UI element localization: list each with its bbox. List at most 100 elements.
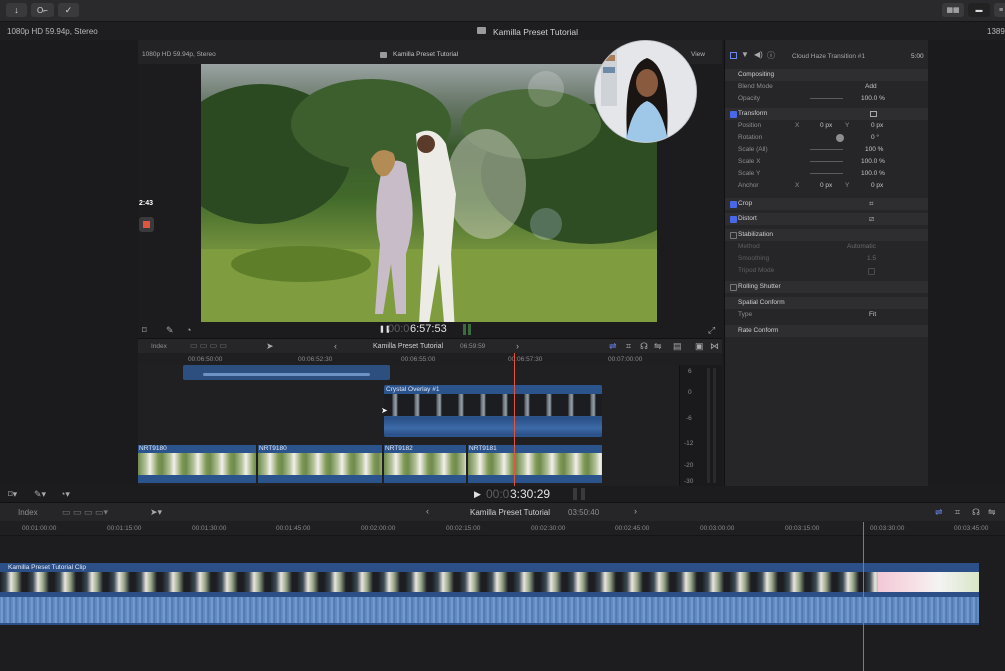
inner-headphones-icon[interactable]: ☊	[640, 341, 648, 352]
anchor-y-label: Y	[845, 182, 850, 189]
smoothing-value[interactable]: 1.5	[867, 255, 876, 262]
keywords-button[interactable]: O⌐	[31, 3, 54, 17]
info-inspector-icon[interactable]: ⓘ	[767, 50, 775, 61]
speed-icon[interactable]: ◔	[186, 325, 191, 335]
inner-effects-icon[interactable]: ▤	[673, 341, 682, 352]
outer-play-icon[interactable]: ▶	[474, 489, 481, 500]
outer-index-button[interactable]: Index	[18, 508, 38, 517]
inner-solo-icon[interactable]: ⇋	[654, 341, 662, 352]
outer-ruler-label: 00:01:30:00	[192, 525, 227, 532]
meter-label: -12	[684, 440, 694, 447]
inner-index-button[interactable]: Index	[151, 343, 167, 350]
audio-meter-icon	[463, 324, 471, 335]
position-row: Position X 0 px Y 0 px	[725, 120, 928, 132]
distort-checkbox[interactable]	[730, 216, 737, 223]
primary-clip[interactable]: NRT9180	[258, 445, 382, 483]
timeline-icon: ▬	[975, 6, 983, 14]
meter-label: 6	[688, 368, 692, 375]
outer-skimming-icon[interactable]: ⇌	[935, 507, 943, 518]
outer-clip-appearance-icon[interactable]: ▭ ▭ ▭ ▭▾	[62, 507, 108, 518]
inner-playhead[interactable]	[514, 353, 515, 486]
position-y-value[interactable]: 0 px	[871, 122, 883, 129]
stabilization-section: Stabilization	[725, 229, 928, 241]
method-select[interactable]: Automatic	[847, 243, 876, 250]
recording-time: 2:43	[139, 200, 154, 207]
anchor-x-value[interactable]: 0 px	[820, 182, 832, 189]
opacity-slider[interactable]	[810, 98, 843, 99]
primary-clip[interactable]: NRT9181	[468, 445, 602, 483]
primary-clip-filmstrip	[384, 453, 466, 475]
inner-audio-waveform	[203, 373, 370, 376]
layout-inspector-button[interactable]: ≡	[994, 3, 1005, 17]
import-button[interactable]: ↓	[6, 3, 27, 17]
primary-clip[interactable]: NRT9182	[384, 445, 466, 483]
meter-label: -6	[686, 415, 692, 422]
outer-solo-icon[interactable]: ⇋	[988, 507, 996, 518]
overlay-clip[interactable]: Crystal Overlay #1	[384, 385, 602, 437]
layout-timeline-button[interactable]: ▬	[968, 3, 990, 17]
tripod-checkbox[interactable]	[868, 268, 875, 275]
outer-snapping-icon[interactable]: ⌗	[955, 507, 960, 518]
anchor-x-label: X	[795, 182, 800, 189]
crop-onscreen-icon[interactable]: ⌗	[869, 199, 874, 209]
video-inspector-icon[interactable]	[730, 52, 737, 59]
outer-select-tool-icon[interactable]: ➤▾	[150, 507, 162, 518]
scale-all-slider[interactable]	[810, 149, 843, 150]
audio-inspector-icon[interactable]: ◀)	[754, 50, 763, 59]
position-x-value[interactable]: 0 px	[820, 122, 832, 129]
anchor-y-value[interactable]: 0 px	[871, 182, 883, 189]
outer-transform-tool-icon[interactable]: ⌑▾	[8, 489, 17, 500]
inner-timeline-project[interactable]: Kamilla Preset Tutorial	[373, 343, 443, 350]
scale-x-slider[interactable]	[810, 161, 843, 162]
outer-playhead[interactable]	[863, 522, 864, 671]
crop-heading: Crop	[738, 200, 753, 207]
inner-transitions-icon[interactable]: ⋈	[710, 341, 719, 352]
inner-clip-appearance-icon[interactable]: ▭ ▭ ▭ ▭	[190, 341, 227, 350]
scale-y-value[interactable]: 100.0 %	[861, 170, 885, 177]
transform-onscreen-icon[interactable]	[870, 111, 877, 117]
primary-clip[interactable]: NRT9180	[138, 445, 256, 483]
inner-skimming-icon[interactable]: ⇌	[609, 341, 617, 352]
distort-heading: Distort	[738, 215, 757, 222]
scale-y-label: Scale Y	[738, 170, 761, 177]
inner-snapping-icon[interactable]: ⌗	[626, 341, 631, 352]
overlay-clip-audio	[384, 418, 602, 435]
view-menu[interactable]: View	[691, 51, 705, 58]
fullscreen-icon[interactable]: ⤢	[708, 325, 715, 336]
outer-enhance-icon[interactable]: ✎▾	[34, 489, 46, 500]
stop-recording-button[interactable]	[139, 217, 154, 232]
transform-checkbox[interactable]	[730, 111, 737, 118]
outer-ruler-label: 00:02:15:00	[446, 525, 481, 532]
enhance-icon[interactable]: ✎	[166, 325, 174, 336]
outer-back-icon[interactable]: ‹	[426, 506, 429, 516]
crop-checkbox[interactable]	[730, 201, 737, 208]
inner-select-tool-icon[interactable]: ➤	[266, 341, 274, 352]
outer-speed-icon[interactable]: ◔▾	[60, 489, 70, 500]
background-tasks-button[interactable]: ✓	[58, 3, 79, 17]
outer-headphones-icon[interactable]: ☊	[972, 507, 980, 518]
stabilization-checkbox[interactable]	[730, 232, 737, 239]
rotation-dial-icon[interactable]	[836, 134, 844, 142]
crop-section: Crop ⌗	[725, 198, 928, 210]
scale-x-value[interactable]: 100.0 %	[861, 158, 885, 165]
meter-bar-right	[713, 368, 716, 483]
inner-back-icon[interactable]: ‹	[334, 341, 337, 351]
scale-all-value[interactable]: 100 %	[865, 146, 883, 153]
color-inspector-icon[interactable]: ▼	[741, 50, 749, 59]
transform-tool-icon[interactable]: ⌑	[142, 325, 147, 336]
inner-browser-icon[interactable]: ▣	[695, 341, 704, 352]
inner-forward-icon[interactable]: ›	[516, 341, 519, 351]
scale-y-slider[interactable]	[810, 173, 843, 174]
blend-mode-select[interactable]: Add	[865, 83, 877, 90]
distort-onscreen-icon[interactable]: ⧄	[869, 214, 874, 224]
inner-project-title: Kamilla Preset Tutorial	[393, 51, 459, 58]
rolling-shutter-checkbox[interactable]	[730, 284, 737, 291]
inner-audio-clip[interactable]	[183, 365, 390, 380]
rotation-value[interactable]: 0 °	[871, 134, 879, 141]
type-select[interactable]: Fit	[869, 311, 876, 318]
outer-main-clip[interactable]: Kamilla Preset Tutorial Clip	[0, 563, 979, 625]
opacity-value[interactable]: 100.0 %	[861, 95, 885, 102]
outer-forward-icon[interactable]: ›	[634, 506, 637, 516]
layout-grid-button[interactable]: ▦▦	[942, 3, 964, 17]
outer-timeline-project[interactable]: Kamilla Preset Tutorial	[470, 508, 550, 517]
